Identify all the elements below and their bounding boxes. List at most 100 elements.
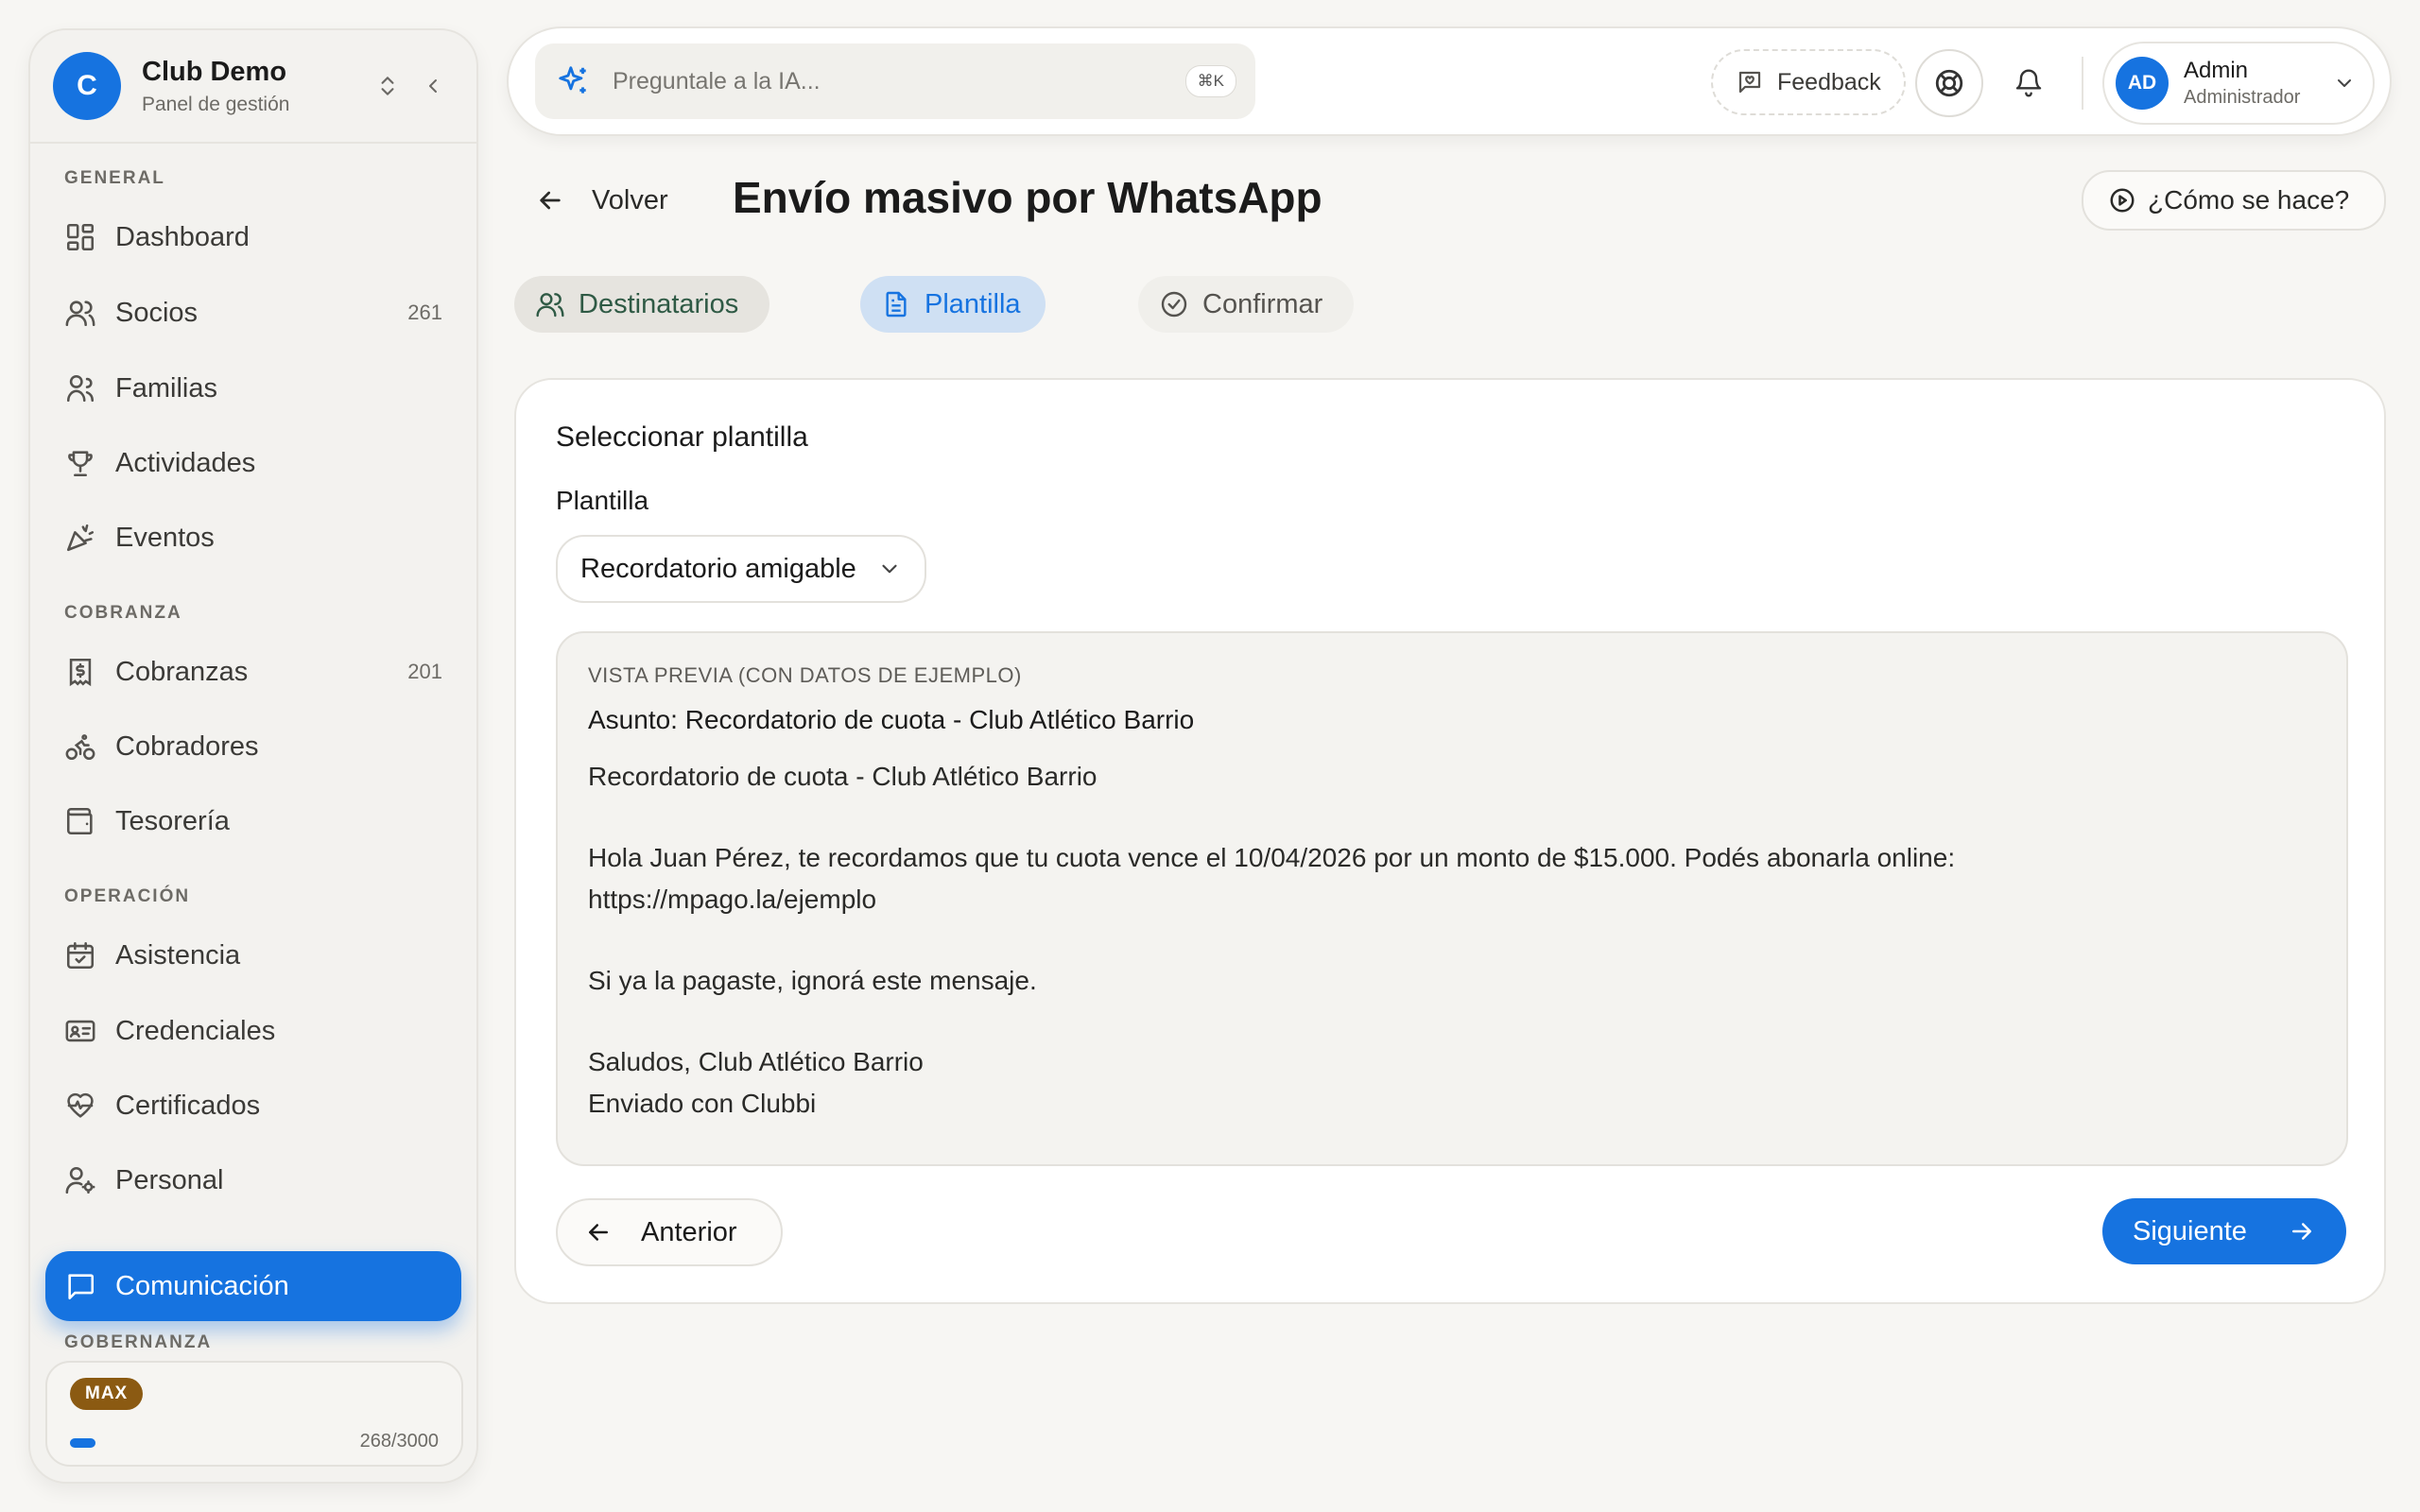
sidebar-item-label: Socios — [115, 297, 199, 328]
card-title: Seleccionar plantilla — [556, 421, 808, 453]
notifications-button[interactable] — [1995, 49, 2063, 117]
play-circle-icon — [2110, 188, 2135, 213]
step-destinatarios[interactable]: Destinatarios — [514, 276, 769, 333]
sidebar-item-actividades[interactable]: Actividades — [45, 428, 461, 498]
sidebar-item-label: Cobranzas — [115, 656, 249, 687]
feedback-button[interactable]: Feedback — [1711, 49, 1906, 115]
plan-badge: MAX — [70, 1378, 144, 1410]
trophy-icon — [68, 451, 93, 477]
life-buoy-icon — [1935, 69, 1963, 97]
sidebar-item-label: Familias — [115, 372, 217, 404]
sidebar: C Club Demo Panel de gestión GENERAL Das… — [28, 28, 478, 1484]
club-avatar: C — [53, 52, 121, 120]
sidebar-item-personal[interactable]: Personal — [45, 1145, 461, 1215]
club-name: Club Demo — [142, 56, 287, 87]
step-label: Confirmar — [1202, 288, 1323, 319]
help-button[interactable] — [1915, 49, 1983, 117]
avatar: AD — [2116, 57, 2169, 110]
preview-line: Hola Juan Pérez, te recordamos que tu cu… — [588, 843, 1956, 872]
message-heart-icon — [1738, 71, 1761, 94]
chevrons-up-down-icon[interactable] — [365, 63, 410, 109]
calendar-check-icon — [66, 941, 95, 970]
preview-label: VISTA PREVIA (CON DATOS DE EJEMPLO) — [588, 663, 1022, 687]
user-role: Administrador — [2184, 87, 2301, 108]
users-icon — [65, 301, 95, 327]
ai-search-input[interactable]: Preguntale a la IA... ⌘K — [535, 43, 1255, 119]
check-circle-icon — [1161, 291, 1187, 318]
bell-icon — [2015, 69, 2042, 97]
club-switcher[interactable]: C Club Demo Panel de gestión — [30, 30, 476, 144]
arrow-right-icon — [2292, 1223, 2311, 1240]
keyboard-shortcut: ⌘K — [1184, 65, 1236, 97]
section-general: GENERAL — [64, 168, 165, 188]
preview-line: Enviado con Clubbi — [588, 1089, 817, 1118]
wallet-icon — [66, 807, 93, 835]
step-label: Destinatarios — [579, 288, 739, 319]
section-cobranza: COBRANZA — [64, 603, 182, 623]
club-info: Club Demo Panel de gestión — [142, 57, 365, 116]
template-field-label: Plantilla — [556, 486, 649, 515]
how-to-button[interactable]: ¿Cómo se hace? — [2082, 170, 2386, 231]
previous-button[interactable]: Anterior — [556, 1198, 783, 1266]
sidebar-item-asistencia[interactable]: Asistencia — [45, 920, 461, 990]
sidebar-item-label: Comunicación — [115, 1270, 289, 1301]
next-button[interactable]: Siguiente — [2102, 1198, 2346, 1264]
sidebar-item-label: Eventos — [115, 522, 215, 553]
sparkles-icon — [559, 66, 586, 94]
collapse-sidebar-button[interactable] — [410, 63, 456, 109]
sidebar-item-label: Tesorería — [115, 805, 230, 836]
message-preview: VISTA PREVIA (CON DATOS DE EJEMPLO) Asun… — [556, 631, 2348, 1166]
sidebar-item-familias[interactable]: Familias — [45, 353, 461, 423]
previous-label: Anterior — [641, 1216, 737, 1247]
user-info: Admin Administrador — [2184, 58, 2333, 109]
sidebar-item-label: Cobradores — [115, 730, 259, 762]
section-gobernanza: GOBERNANZA — [64, 1332, 213, 1352]
party-icon — [66, 524, 95, 552]
sidebar-item-credenciales[interactable]: Credenciales — [45, 996, 461, 1066]
section-operacion: OPERACIÓN — [64, 886, 191, 906]
sidebar-item-label: Actividades — [115, 447, 256, 478]
sidebar-item-tesoreria[interactable]: Tesorería — [45, 786, 461, 856]
template-select[interactable]: Recordatorio amigable — [556, 535, 926, 603]
sidebar-item-cobradores[interactable]: Cobradores — [45, 712, 461, 782]
back-button[interactable]: Volver — [535, 180, 668, 221]
divider — [2082, 57, 2083, 110]
family-icon — [66, 374, 95, 403]
sidebar-item-comunicacion[interactable]: Comunicación — [45, 1251, 461, 1321]
sidebar-item-cobranzas[interactable]: Cobranzas 201 — [45, 637, 461, 707]
heart-pulse-icon — [67, 1092, 94, 1118]
preview-link: https://mpago.la/ejemplo — [588, 885, 877, 914]
sidebar-item-label: Dashboard — [115, 221, 250, 252]
user-name: Admin — [2184, 58, 2249, 83]
id-card-icon — [65, 1020, 95, 1042]
step-confirmar[interactable]: Confirmar — [1138, 276, 1354, 333]
feedback-label: Feedback — [1777, 68, 1881, 95]
file-text-icon — [886, 291, 907, 318]
topbar: Preguntale a la IA... ⌘K Feedback AD Adm… — [507, 26, 2392, 136]
bike-icon — [65, 734, 95, 761]
sidebar-item-dashboard[interactable]: Dashboard — [45, 202, 461, 272]
user-cog-icon — [65, 1166, 95, 1194]
step-plantilla[interactable]: Plantilla — [860, 276, 1046, 333]
preview-subject: Asunto: Recordatorio de cuota - Club Atl… — [588, 705, 1195, 734]
chevron-down-icon — [2338, 79, 2351, 87]
sidebar-item-socios[interactable]: Socios 261 — [45, 278, 461, 348]
receipt-icon — [69, 658, 92, 687]
arrow-left-icon — [589, 1224, 608, 1241]
preview-line: Saludos, Club Atlético Barrio — [588, 1047, 924, 1076]
plan-usage-bar — [70, 1438, 212, 1448]
back-label: Volver — [592, 184, 668, 215]
sidebar-item-eventos[interactable]: Eventos — [45, 503, 461, 573]
sidebar-item-label: Asistencia — [115, 939, 241, 971]
users-icon — [536, 293, 564, 318]
arrow-left-icon — [540, 191, 561, 210]
sidebar-item-label: Certificados — [115, 1090, 261, 1121]
plan-usage-count: 268/3000 — [359, 1431, 439, 1452]
user-menu[interactable]: AD Admin Administrador — [2102, 42, 2375, 125]
chevron-down-icon — [882, 564, 897, 574]
sidebar-item-certificados[interactable]: Certificados — [45, 1071, 461, 1141]
plan-usage-card[interactable]: MAX 268/3000 — [45, 1361, 463, 1467]
sidebar-item-count: 201 — [407, 660, 442, 683]
page-title: Envío masivo por WhatsApp — [733, 173, 1322, 222]
sidebar-item-label: Personal — [115, 1164, 224, 1195]
